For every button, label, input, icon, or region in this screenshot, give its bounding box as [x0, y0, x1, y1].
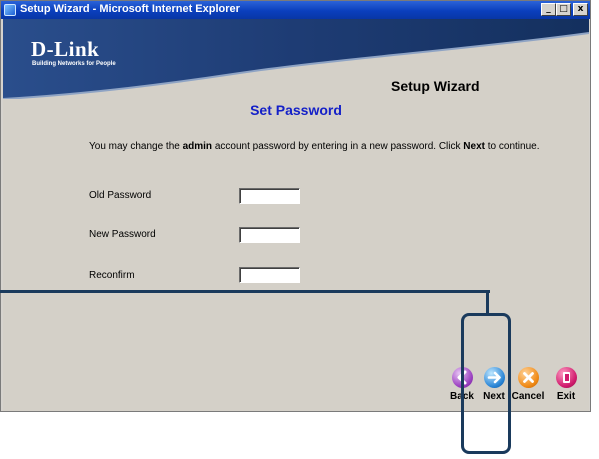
- intro-bold-next: Next: [463, 141, 485, 152]
- close-button[interactable]: x: [573, 3, 588, 16]
- callout-line-vertical: [486, 290, 489, 314]
- minimize-button[interactable]: _: [541, 3, 556, 16]
- new-password-label: New Password: [89, 229, 156, 240]
- brand-tagline: Building Networks for People: [32, 61, 116, 67]
- exit-label: Exit: [556, 391, 576, 402]
- window-controls: _ □ x: [541, 3, 588, 16]
- reconfirm-label: Reconfirm: [89, 270, 135, 281]
- ie-icon: [4, 4, 16, 16]
- cancel-button[interactable]: Cancel: [509, 367, 547, 402]
- intro-text-part: You may change the: [89, 141, 183, 152]
- cancel-label: Cancel: [511, 391, 545, 402]
- dlink-logo: D-Link: [31, 37, 100, 61]
- intro-bold-admin: admin: [182, 141, 213, 152]
- wizard-title: Setup Wizard: [391, 78, 480, 94]
- new-password-input[interactable]: [239, 227, 300, 243]
- old-password-input[interactable]: [239, 188, 300, 204]
- exit-door-icon: [555, 367, 577, 388]
- maximize-button[interactable]: □: [556, 3, 571, 16]
- intro-text: You may change the admin account passwor…: [89, 141, 539, 152]
- window-title: Setup Wizard - Microsoft Internet Explor…: [20, 3, 240, 15]
- page-title: Set Password: [250, 102, 342, 118]
- callout-highlight-box: [461, 313, 511, 454]
- title-bar[interactable]: Setup Wizard - Microsoft Internet Explor…: [1, 1, 590, 19]
- intro-text-part: account password by entering in a new pa…: [212, 141, 464, 152]
- cancel-x-icon: [517, 367, 539, 388]
- reconfirm-input[interactable]: [239, 267, 300, 283]
- exit-button[interactable]: Exit: [547, 367, 585, 402]
- intro-text-part: to continue.: [484, 141, 540, 152]
- old-password-label: Old Password: [89, 190, 152, 201]
- callout-line-horizontal: [0, 290, 490, 293]
